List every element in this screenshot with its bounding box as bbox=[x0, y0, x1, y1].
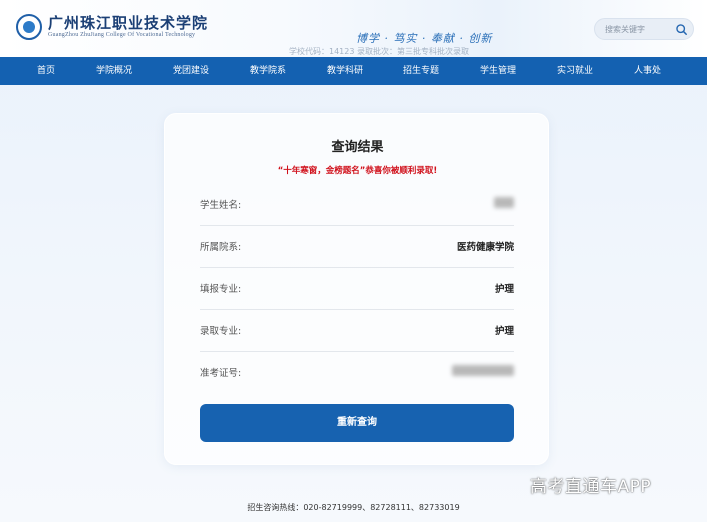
watermark: 高考直通车APP bbox=[530, 477, 652, 497]
redacted-exam-number bbox=[452, 365, 514, 376]
row-label: 学生姓名: bbox=[200, 200, 242, 211]
site-header: 广州珠江职业技术学院 GuangZhou ZhuJiang College Of… bbox=[0, 0, 707, 57]
congrats-message: “十年寒窗，金榜题名”恭喜你被顺利录取! bbox=[277, 166, 438, 176]
result-card: 查询结果 “十年寒窗，金榜题名”恭喜你被顺利录取! 学生姓名: 所属院系: 医药… bbox=[164, 113, 549, 465]
nav-item-research[interactable]: 教学科研 bbox=[327, 57, 363, 85]
row-label: 所属院系: bbox=[200, 242, 242, 253]
nav-item-student-affairs[interactable]: 学生管理 bbox=[480, 57, 516, 85]
search-box bbox=[594, 18, 694, 40]
school-motto: 博学 · 笃实 · 奉献 · 创新 bbox=[356, 32, 493, 45]
department-value: 医药健康学院 bbox=[456, 242, 514, 253]
admission-info: 学校代码：14123 录取批次：第三批专科批次录取 bbox=[289, 47, 469, 56]
admission-hotline: 招生咨询热线：020-82719999、82728111、82733019 bbox=[247, 503, 460, 512]
school-name-english: GuangZhou ZhuJiang College Of Vocational… bbox=[48, 32, 196, 38]
result-row-admitted-major: 录取专业: 护理 bbox=[200, 310, 514, 352]
result-row-department: 所属院系: 医药健康学院 bbox=[200, 226, 514, 268]
row-label: 准考证号: bbox=[200, 368, 242, 379]
nav-item-departments[interactable]: 教学院系 bbox=[250, 57, 286, 85]
row-label: 填报专业: bbox=[200, 284, 242, 295]
exam-number-value bbox=[452, 365, 514, 376]
result-row-name: 学生姓名: bbox=[200, 184, 514, 226]
result-row-exam-number: 准考证号: bbox=[200, 352, 514, 394]
row-label: 录取专业: bbox=[200, 326, 242, 337]
result-title: 查询结果 bbox=[331, 140, 384, 155]
nav-item-home[interactable]: 首页 bbox=[37, 57, 55, 85]
nav-item-hr[interactable]: 人事处 bbox=[634, 57, 661, 85]
search-icon[interactable] bbox=[675, 23, 688, 36]
main-nav: 首页 学院概况 党团建设 教学院系 教学科研 招生专题 学生管理 实习就业 人事… bbox=[0, 57, 707, 85]
school-name[interactable]: 广州珠江职业技术学院 bbox=[48, 12, 208, 33]
nav-item-internship[interactable]: 实习就业 bbox=[557, 57, 593, 85]
result-row-applied-major: 填报专业: 护理 bbox=[200, 268, 514, 310]
school-logo-icon[interactable] bbox=[16, 14, 42, 40]
redacted-name bbox=[494, 197, 514, 208]
applied-major-value: 护理 bbox=[494, 284, 514, 295]
search-input[interactable] bbox=[605, 22, 671, 37]
nav-item-party[interactable]: 党团建设 bbox=[173, 57, 209, 85]
nav-item-overview[interactable]: 学院概况 bbox=[96, 57, 132, 85]
nav-item-admissions[interactable]: 招生专题 bbox=[403, 57, 439, 85]
student-name-value bbox=[494, 197, 514, 208]
requery-button[interactable]: 重新查询 bbox=[200, 404, 514, 442]
admitted-major-value: 护理 bbox=[494, 326, 514, 337]
